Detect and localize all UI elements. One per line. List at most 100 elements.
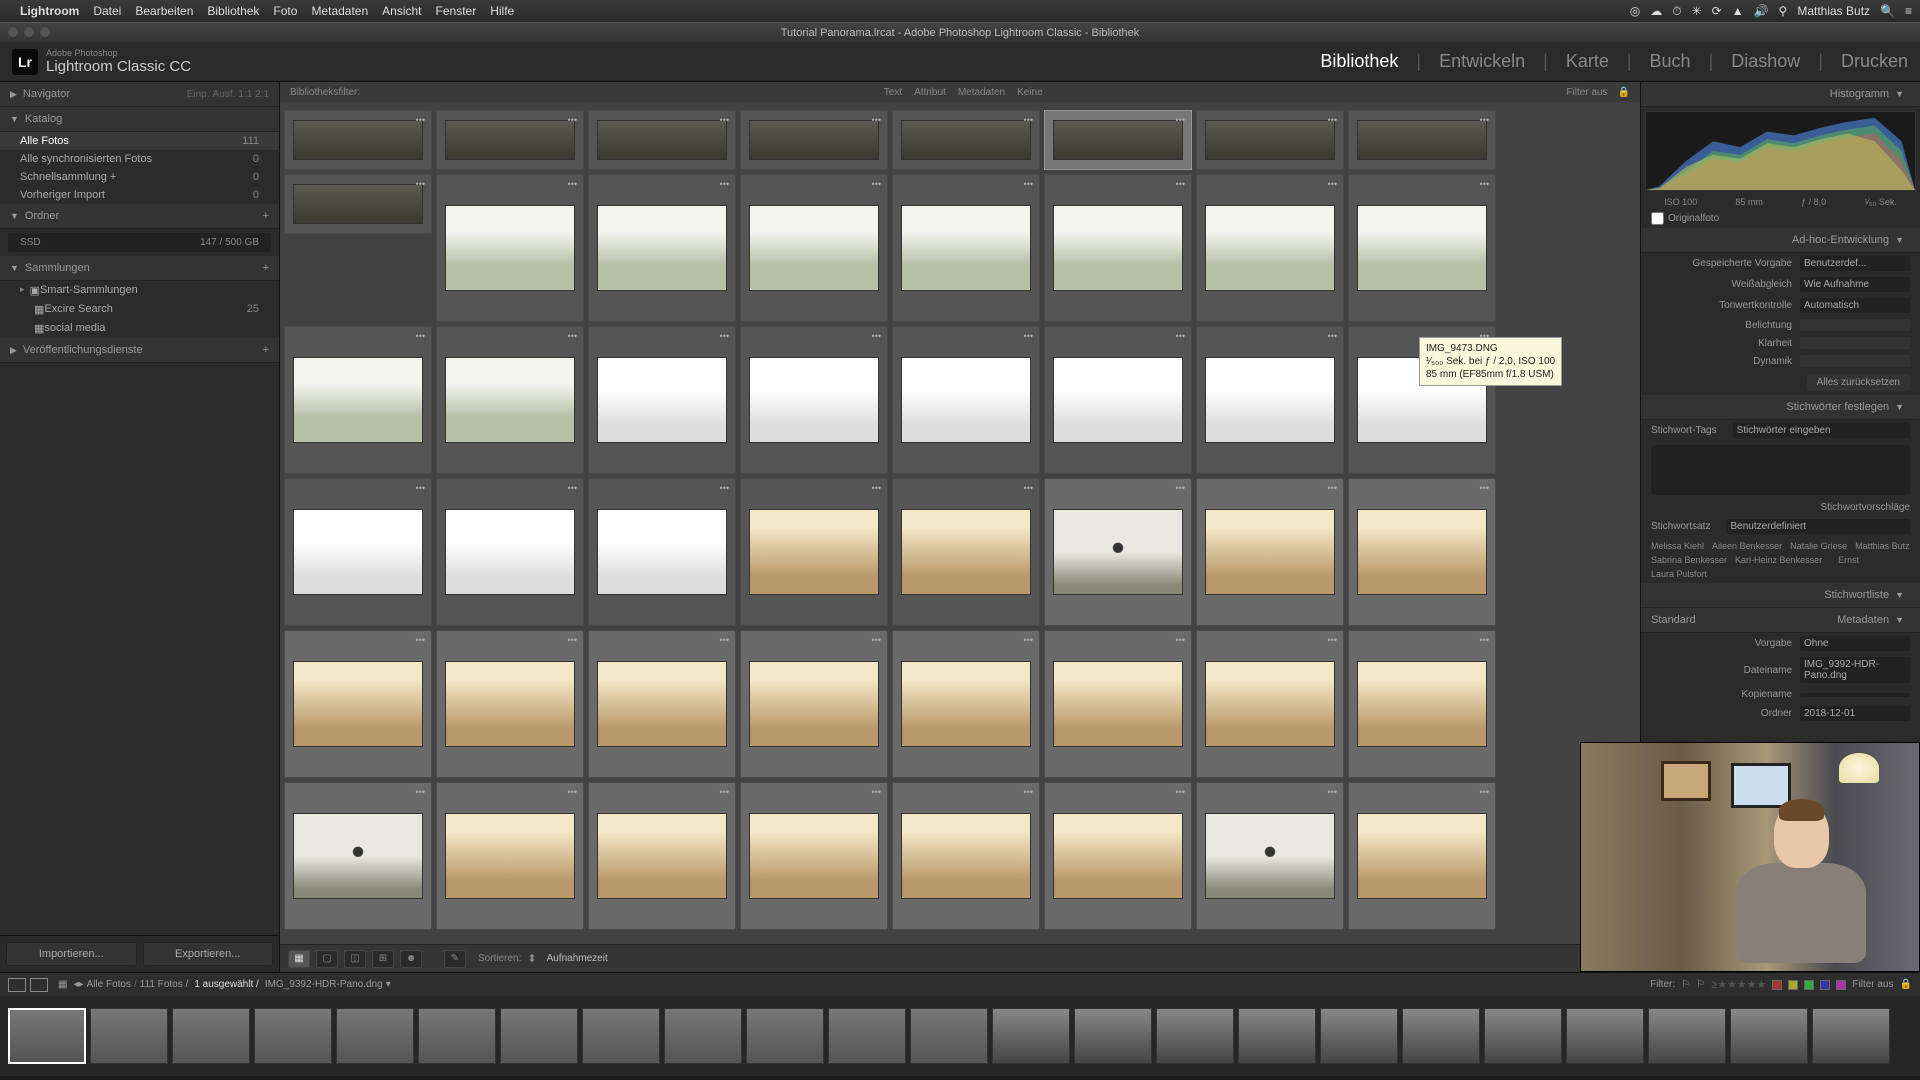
keyword-textarea[interactable] (1651, 445, 1910, 495)
people-view-button[interactable]: ☻ (400, 950, 422, 968)
thumbnail-cell[interactable]: ••• (1044, 326, 1192, 474)
minimize-window-button[interactable] (24, 27, 34, 37)
thumbnail-cell[interactable]: ••• (588, 478, 736, 626)
filmstrip-thumbnail[interactable] (910, 1008, 988, 1064)
thumbnail-cell[interactable]: ••• (1196, 326, 1344, 474)
add-icon[interactable]: + (263, 344, 269, 356)
thumbnail-cell[interactable]: ••• (1196, 110, 1344, 170)
filmstrip-thumbnail[interactable] (1648, 1008, 1726, 1064)
filmstrip-thumbnail[interactable] (1320, 1008, 1398, 1064)
add-icon[interactable]: + (263, 210, 269, 222)
thumbnail-cell[interactable]: ••• (588, 326, 736, 474)
thumbnail-cell[interactable]: ••• (1044, 782, 1192, 930)
module-bibliothek[interactable]: Bibliothek (1320, 51, 1398, 72)
nav-fill[interactable]: Ausf. (213, 89, 236, 100)
keyword-suggestion[interactable]: Ernst (1838, 555, 1859, 565)
filmstrip-thumbnail[interactable] (90, 1008, 168, 1064)
keyword-list-header[interactable]: Stichwortliste ▼ (1641, 583, 1920, 608)
grid-view-button[interactable]: ▦ (288, 950, 310, 968)
painter-tool-button[interactable]: ✎ (444, 950, 466, 968)
filmstrip-thumbnail[interactable] (8, 1008, 86, 1064)
navigator-header[interactable]: ▶ Navigator Einp. Ausf. 1:1 2:1 (0, 82, 279, 107)
forward-icon[interactable]: ▸ (78, 979, 83, 990)
thumbnail-cell[interactable]: ••• (436, 478, 584, 626)
filmstrip-thumbnail[interactable] (1566, 1008, 1644, 1064)
menu-ansicht[interactable]: Ansicht (382, 4, 421, 18)
flag-picked-icon[interactable]: ⚐ (1681, 979, 1690, 990)
volume-row[interactable]: SSD 147 / 500 GB (8, 233, 271, 252)
histogram-display[interactable] (1645, 111, 1916, 191)
module-drucken[interactable]: Drucken (1841, 51, 1908, 72)
compare-view-button[interactable]: ◫ (344, 950, 366, 968)
thumbnail-cell[interactable]: ••• (284, 630, 432, 778)
thumbnail-cell[interactable]: ••• (740, 478, 888, 626)
thumbnail-cell[interactable]: ••• (740, 630, 888, 778)
zoom-window-button[interactable] (40, 27, 50, 37)
filter-keine[interactable]: Keine (1017, 87, 1043, 98)
status-icon[interactable]: ⟳ (1712, 4, 1722, 18)
meta-copyname-value[interactable] (1800, 693, 1910, 697)
thumbnail-cell[interactable]: ••• (1044, 478, 1192, 626)
tone-button[interactable]: Automatisch (1800, 298, 1910, 313)
thumbnail-cell[interactable]: ••• (436, 630, 584, 778)
keyword-suggestion[interactable]: Natalie Griese (1790, 541, 1847, 551)
filmstrip-thumbnail[interactable] (664, 1008, 742, 1064)
color-blue[interactable] (1820, 980, 1830, 990)
export-button[interactable]: Exportieren... (143, 942, 274, 966)
thumbnail-cell[interactable]: ••• (740, 326, 888, 474)
thumbnail-cell[interactable]: ••• (1348, 630, 1496, 778)
thumbnail-cell[interactable]: ••• (588, 174, 736, 322)
histogram-header[interactable]: Histogramm ▼ (1641, 82, 1920, 107)
color-yellow[interactable] (1788, 980, 1798, 990)
status-icon[interactable]: ⏱ (1672, 4, 1681, 19)
thumbnail-cell[interactable]: ••• (892, 630, 1040, 778)
thumbnail-cell[interactable]: ••• (1196, 630, 1344, 778)
filmstrip-thumbnail[interactable] (992, 1008, 1070, 1064)
thumbnail-cell[interactable]: ••• (1196, 782, 1344, 930)
filmstrip-thumbnail[interactable] (418, 1008, 496, 1064)
catalog-synced[interactable]: Alle synchronisierten Fotos 0 (0, 150, 279, 168)
survey-view-button[interactable]: ⊞ (372, 950, 394, 968)
thumbnail-cell[interactable]: ••• (740, 174, 888, 322)
loupe-view-button[interactable]: ▢ (316, 950, 338, 968)
wb-dropdown[interactable]: Wie Aufnahme (1800, 277, 1910, 292)
filmstrip-thumbnail[interactable] (1730, 1008, 1808, 1064)
wifi-icon[interactable]: ▲ (1732, 4, 1744, 18)
thumbnail-cell[interactable]: ••• (740, 110, 888, 170)
collections-header[interactable]: ▼ Sammlungen + (0, 256, 279, 281)
keyword-suggestion[interactable]: Sabrina Benkesser (1651, 555, 1727, 565)
filmstrip-thumbnail[interactable] (1484, 1008, 1562, 1064)
filmstrip-thumbnail[interactable] (172, 1008, 250, 1064)
source-label[interactable]: Alle Fotos (87, 979, 131, 990)
thumbnail-cell[interactable]: ••• (436, 110, 584, 170)
sort-direction-icon[interactable]: ⬍ (527, 952, 536, 965)
filmstrip-thumbnail[interactable] (254, 1008, 332, 1064)
menu-hilfe[interactable]: Hilfe (490, 4, 514, 18)
smart-collections[interactable]: ▸ ▣ Smart-Sammlungen (0, 281, 279, 300)
traffic-lights[interactable] (8, 27, 50, 37)
catalog-header[interactable]: ▼ Katalog (0, 107, 279, 132)
chevron-down-icon[interactable]: ▾ (386, 979, 391, 990)
status-icon[interactable]: ✳ (1692, 4, 1702, 18)
main-display-icon[interactable] (8, 978, 26, 992)
menubar-username[interactable]: Matthias Butz (1797, 4, 1870, 18)
nav-fit[interactable]: Einp. (187, 89, 210, 100)
filmstrip-thumbnail[interactable] (1156, 1008, 1234, 1064)
thumbnail-cell[interactable]: ••• (284, 478, 432, 626)
filter-preset[interactable]: Filter aus (1566, 87, 1607, 98)
thumbnail-cell[interactable]: ••• (1348, 478, 1496, 626)
keyword-suggestion[interactable]: Aileen Benkesser (1712, 541, 1782, 551)
module-karte[interactable]: Karte (1566, 51, 1609, 72)
originals-checkbox[interactable] (1651, 212, 1664, 225)
catalog-all-photos[interactable]: Alle Fotos 111 (0, 132, 279, 150)
filmstrip-thumbnail[interactable] (1812, 1008, 1890, 1064)
thumbnail-cell[interactable]: ••• (892, 782, 1040, 930)
thumbnail-cell[interactable]: ••• (436, 174, 584, 322)
thumbnail-cell[interactable]: ••• (436, 782, 584, 930)
thumbnail-cell[interactable]: •••IMG_9473.DNG¹⁄₅₀₀ Sek. bei ƒ / 2,0, I… (1348, 326, 1496, 474)
keyword-suggestion[interactable]: Laura Pulsfort (1651, 569, 1707, 579)
preset-dropdown[interactable]: Benutzerdef... (1800, 256, 1910, 271)
import-button[interactable]: Importieren... (6, 942, 137, 966)
originals-row[interactable]: Originalfoto (1641, 209, 1920, 228)
reset-all-button[interactable]: Alles zurücksetzen (1807, 374, 1910, 391)
